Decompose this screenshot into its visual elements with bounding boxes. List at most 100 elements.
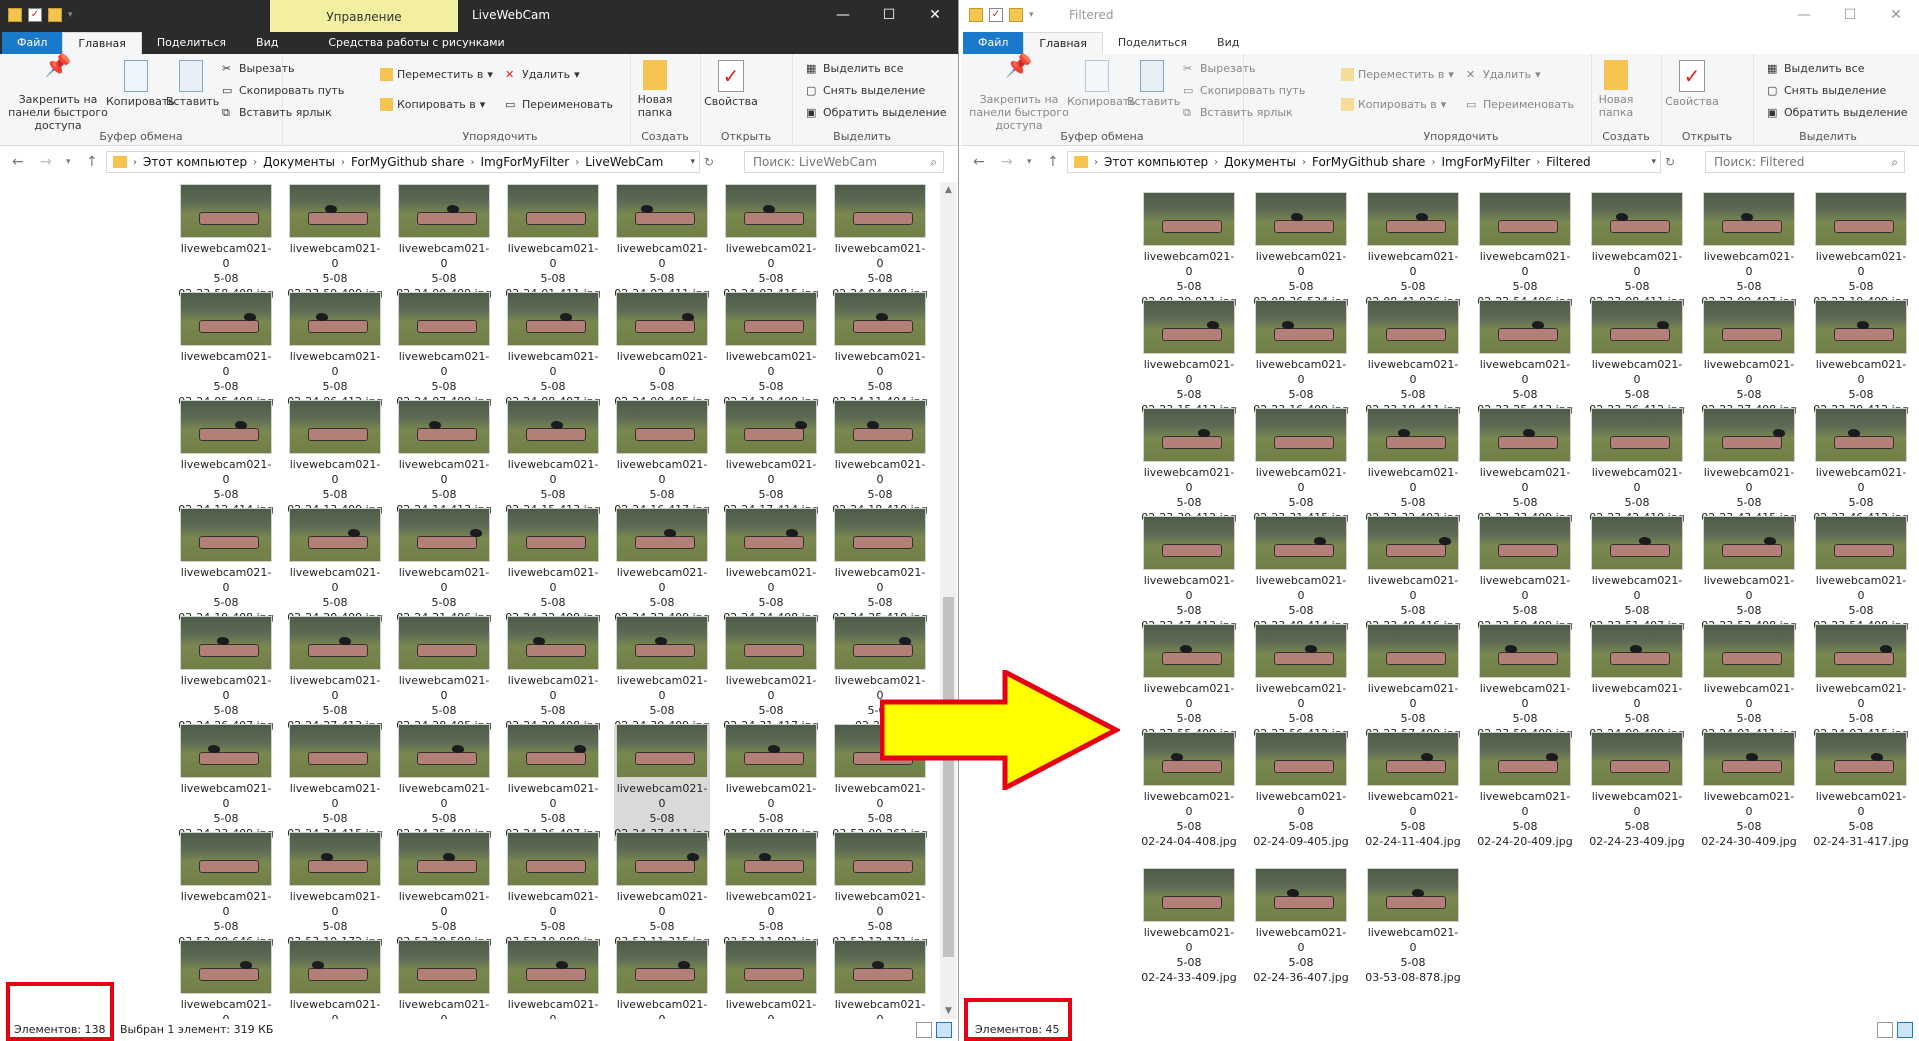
file-tile[interactable]: livewebcam021-05-0802-24-31-417.jpg — [1813, 732, 1909, 849]
folder-icon[interactable] — [8, 8, 22, 22]
forward-arrow-icon[interactable]: → — [40, 154, 52, 170]
invert-selection-button[interactable]: ▣ Обратить выделение — [1767, 106, 1908, 119]
file-tile[interactable]: livewebcam021-05-0802-23-47-412.jpg — [1141, 516, 1237, 633]
context-tab-manage[interactable]: Управление — [270, 0, 458, 32]
invert-selection-button[interactable]: ▣ Обратить выделение — [806, 106, 947, 119]
file-tile[interactable]: livewebcam021-05-0802-24-30-409.jpg — [614, 616, 710, 733]
recent-dropdown-icon[interactable]: ▾ — [66, 157, 71, 167]
file-tile[interactable]: livewebcam021-05-0802-24-07-409.jpg — [396, 292, 492, 409]
file-tile[interactable]: livewebcam021-05-0802-23-31-415.jpg — [1253, 408, 1349, 525]
recent-dropdown-icon[interactable]: ▾ — [1027, 157, 1032, 167]
file-tile[interactable]: livewebcam021-05-0802-23-52-408.jpg — [1701, 516, 1797, 633]
file-tile[interactable]: livewebcam021-05-0802-23-50-409.jpg — [1477, 516, 1573, 633]
address-dropdown-icon[interactable]: ▾ — [690, 157, 695, 167]
file-tile[interactable]: livewebcam021-05-0802-24-34-415.jpg — [287, 724, 383, 841]
scroll-down-icon[interactable]: ▼ — [940, 1003, 957, 1019]
file-tile[interactable]: livewebcam021-05-0802-24-26-407.jpg — [178, 616, 274, 733]
delete-button[interactable]: ✕ Удалить ▾ — [1466, 68, 1541, 81]
file-tile[interactable]: livewebcam021-05-0802-23-25-413.jpg — [1477, 300, 1573, 417]
up-arrow-icon[interactable]: ↑ — [1047, 154, 1059, 170]
file-tile[interactable]: livewebcam021-0 — [832, 940, 928, 1019]
file-tile[interactable]: livewebcam021-05-0803-53-10-172.jpg — [287, 832, 383, 949]
close-button[interactable]: ✕ — [912, 0, 958, 32]
file-tile[interactable]: livewebcam021-05-0803-53-10-508.jpg — [396, 832, 492, 949]
back-arrow-icon[interactable]: ← — [973, 154, 985, 170]
paste-button[interactable]: Вставить — [1127, 60, 1180, 108]
title-bar[interactable]: ✓ ▾ Управление LiveWebCam — ☐ ✕ — [0, 0, 958, 32]
file-tile[interactable]: livewebcam021-05-0802-24-01-411.jpg — [1701, 624, 1797, 741]
navigation-pane[interactable] — [0, 182, 160, 1019]
navigation-pane[interactable] — [961, 182, 1121, 1019]
file-tile[interactable]: livewebcam021-05-0802-23-10-409.jpg — [1813, 192, 1909, 309]
file-tile[interactable]: livewebcam021-05-0802-23-56-412.jpg — [1253, 624, 1349, 741]
file-tile[interactable]: livewebcam021-0 — [614, 940, 710, 1019]
file-tile[interactable]: livewebcam021-05-0802-23-43-415.jpg — [1701, 408, 1797, 525]
file-tile[interactable]: livewebcam021-05-0802-23-26-412.jpg — [1589, 300, 1685, 417]
breadcrumb-item[interactable]: Этот компьютер — [137, 155, 253, 169]
file-tile[interactable]: livewebcam021-05-0802-24-11-404.jpg — [832, 292, 928, 409]
new-folder-icon[interactable] — [48, 8, 62, 22]
file-tile[interactable]: livewebcam021-05-0802-23-59-409.jpg — [1477, 624, 1573, 741]
maximize-button[interactable]: ☐ — [866, 0, 912, 32]
file-tile[interactable]: livewebcam021-05-0802-08-30-911.jpg — [1141, 192, 1237, 309]
file-tile[interactable]: livewebcam021-05-0802-24-04-408.jpg — [832, 184, 928, 301]
file-tile[interactable]: livewebcam021-05-0802-24-28-405.jpg — [396, 616, 492, 733]
file-tile[interactable]: livewebcam021-05-0802-24-10-408.jpg — [723, 292, 819, 409]
file-tile[interactable]: livewebcam021-05-0802-24-01-411.jpg — [505, 184, 601, 301]
select-none-button[interactable]: ▢ Снять выделение — [806, 84, 925, 97]
pin-button[interactable]: 📌 Закрепить на панели быстрого доступа — [967, 56, 1071, 133]
search-icon[interactable]: ⌕ — [1891, 152, 1898, 172]
address-bar[interactable]: › Этот компьютер › Документы › ForMyGithub… — [1067, 151, 1661, 173]
rename-button[interactable]: ▭ Переименовать — [505, 98, 613, 111]
file-tile[interactable]: livewebcam021-05-0802-23-16-409.jpg — [1253, 300, 1349, 417]
breadcrumb-item[interactable]: Документы — [1218, 155, 1302, 169]
cut-button[interactable]: ✂ Вырезать — [222, 62, 294, 75]
close-button[interactable]: ✕ — [1873, 0, 1919, 32]
tab-share[interactable]: Поделиться — [142, 32, 241, 54]
breadcrumb-item[interactable]: LiveWebCam — [579, 155, 669, 169]
tab-picture-tools[interactable]: Средства работы с рисунками — [313, 32, 519, 54]
forward-arrow-icon[interactable]: → — [1001, 154, 1013, 170]
paste-shortcut-button[interactable]: ⧉ Вставить ярлык — [1183, 106, 1293, 119]
file-tile[interactable]: livewebcam021-05-0802-23-51-407.jpg — [1589, 516, 1685, 633]
breadcrumb-item[interactable]: ImgForMyFilter — [474, 155, 575, 169]
file-tile[interactable]: livewebcam021-05-0802-23-55-409.jpg — [1141, 624, 1237, 741]
breadcrumb-item[interactable]: Документы — [257, 155, 341, 169]
file-tile[interactable]: livewebcam021-05-0802-23-29-412.jpg — [1813, 300, 1909, 417]
file-tile[interactable]: livewebcam021-05-0802-24-14-413.jpg — [396, 400, 492, 517]
file-tile[interactable]: livewebcam021-05-0802-24-24-408.jpg — [723, 508, 819, 625]
file-tile[interactable]: livewebcam021-05-0802-23-59-409.jpg — [287, 184, 383, 301]
file-tile[interactable]: livewebcam021-0 5-08 02-24-33-409.jpg — [1141, 868, 1237, 985]
pin-button[interactable]: 📌 Закрепить на панели быстрого доступа — [6, 56, 110, 133]
tab-home[interactable]: Главная — [62, 32, 142, 54]
file-tile[interactable]: livewebcam021-05-0802-23-46-412.jpg — [1813, 408, 1909, 525]
search-input[interactable]: Поиск: LiveWebCam ⌕ — [744, 151, 944, 173]
file-tile[interactable]: livewebcam021-05-0802-23-42-410.jpg — [1589, 408, 1685, 525]
file-tile[interactable]: livewebcam021-05-0802-24-36-407.jpg — [1253, 868, 1349, 985]
scroll-up-icon[interactable]: ▲ — [940, 182, 957, 198]
file-tile[interactable]: livewebcam021-0 5-08 02-24-20-409.jpg — [1477, 732, 1573, 849]
file-tile[interactable]: livewebcam021-05-0802-23-30-412.jpg — [1141, 408, 1237, 525]
paste-shortcut-button[interactable]: ⧉ Вставить ярлык — [222, 106, 332, 119]
file-tile[interactable]: livewebcam021-05-0802-24-09-405.jpg — [614, 292, 710, 409]
file-tile[interactable]: livewebcam021-05-0803-53-11-315.jpg — [614, 832, 710, 949]
file-tile[interactable]: livewebcam021-05-0802-24-35-408.jpg — [396, 724, 492, 841]
tab-view[interactable]: Вид — [241, 32, 293, 54]
new-folder-button[interactable]: Новая папка — [635, 60, 675, 119]
file-tile[interactable]: livewebcam021-05-0802-24-37-411.jpg — [614, 724, 710, 841]
file-tile[interactable]: livewebcam021-05-0802-23-32-403.jpg — [1365, 408, 1461, 525]
file-tile[interactable]: livewebcam021-05-0802-24-36-407.jpg — [505, 724, 601, 841]
file-tile[interactable]: livewebcam021-05-0802-23-15-413.jpg — [1141, 300, 1237, 417]
file-tile[interactable]: livewebcam021-05-0802-24-31-417.jpg — [723, 616, 819, 733]
file-tile[interactable]: livewebcam021-05-0802-23-33-409.jpg — [1477, 408, 1573, 525]
properties-check-icon[interactable]: ✓ — [28, 8, 42, 22]
properties-check-icon[interactable]: ✓ — [989, 8, 1003, 22]
select-all-button[interactable]: ▦ Выделить все — [1767, 62, 1864, 75]
file-tile[interactable]: livewebcam021-05-0802-24-15-413.jpg — [505, 400, 601, 517]
new-folder-button[interactable]: Новая папка — [1596, 60, 1636, 119]
file-tile[interactable]: livewebcam021-05-0802-23-57-409.jpg — [1365, 624, 1461, 741]
file-tile[interactable]: livewebcam021-05-0802-24-13-409.jpg — [287, 400, 383, 517]
file-tile[interactable]: livewebcam021-05-0803-53-12-171.jpg — [832, 832, 928, 949]
select-all-button[interactable]: ▦ Выделить все — [806, 62, 903, 75]
refresh-icon[interactable]: ↻ — [1665, 155, 1675, 169]
